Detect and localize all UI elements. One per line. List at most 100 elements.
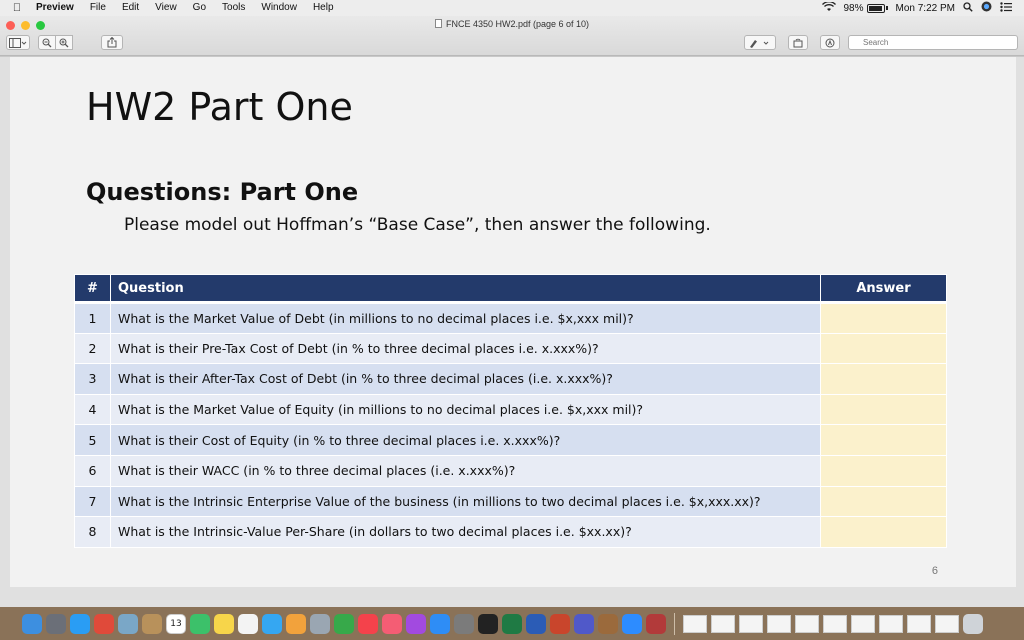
row-number: 2 [74,332,111,365]
app-store-icon[interactable] [430,613,450,634]
row-number: 3 [74,363,111,395]
sidebar-toggle-button[interactable] [6,35,30,50]
row-number: 6 [74,454,111,487]
trash-icon[interactable] [963,613,983,634]
dock-document-thumbnail[interactable] [795,614,819,633]
window-title: FNCE 4350 HW2.pdf (page 6 of 10) [445,19,590,29]
row-question: What is their WACC (in % to three decima… [110,454,821,487]
answer-cell [820,516,947,548]
dock-document-thumbnail[interactable] [935,614,959,633]
dock-separator [674,612,675,635]
annotate-pen-button[interactable] [820,35,840,50]
messages-icon[interactable] [262,613,282,634]
row-number: 4 [74,393,111,426]
powerpoint-icon[interactable] [550,613,570,634]
photo-booth-icon[interactable] [646,613,666,634]
instruction-text: Please model out Hoffman’s “Base Case”, … [124,215,711,235]
questions-table: # Question Answer 1 What is the Market V… [74,274,947,548]
notification-center-icon[interactable] [1000,1,1012,15]
table-row: 5 What is their Cost of Equity (in % to … [74,424,947,456]
photos-icon[interactable] [286,613,306,634]
row-question: What is the Intrinsic-Value Per-Share (i… [110,516,821,548]
wifi-icon[interactable] [821,0,836,15]
menu-go[interactable]: Go [185,0,214,16]
search-input[interactable] [848,35,1018,50]
row-question: What is the Market Value of Debt (in mil… [110,302,821,334]
dock-document-thumbnail[interactable] [739,614,763,633]
answer-cell [820,454,947,487]
teams-icon[interactable] [574,613,594,634]
image-capture-icon[interactable] [310,613,330,634]
markup-toolbar-button[interactable] [744,35,776,50]
system-preferences-icon[interactable] [454,613,474,634]
page-title: HW2 Part One [86,85,353,129]
dock-document-thumbnail[interactable] [683,614,707,633]
finder-icon[interactable] [22,613,42,634]
table-row: 6 What is their WACC (in % to three deci… [74,454,947,487]
dock-document-thumbnail[interactable] [711,614,735,633]
menu-tools[interactable]: Tools [214,0,253,16]
notes-icon[interactable] [214,613,234,634]
row-number: 5 [74,424,111,456]
answer-cell [820,485,947,518]
chrome-icon[interactable] [94,613,114,634]
clock[interactable]: Mon 7:22 PM [896,3,955,14]
menu-window[interactable]: Window [253,0,305,16]
answer-cell [820,332,947,365]
notes-paper-icon[interactable] [142,613,162,634]
pdf-document-icon [434,19,442,28]
row-question: What is the Market Value of Equity (in m… [110,393,821,426]
answer-cell [820,363,947,395]
spotlight-search-icon[interactable] [963,1,973,15]
table-header-row: # Question Answer [74,274,947,304]
section-title: Questions: Part One [86,178,359,206]
rotate-button[interactable] [788,35,808,50]
menu-app-name[interactable]: Preview [24,0,82,16]
battery-icon [866,3,885,13]
zoom-icon[interactable] [622,613,642,634]
battery-status[interactable]: 98% [844,3,888,14]
zoom-out-button[interactable] [38,35,56,50]
dock-document-thumbnail[interactable] [851,614,875,633]
apple-menu-icon[interactable]:  [10,2,24,14]
dock: 13 [0,607,1024,640]
table-row: 3 What is their After-Tax Cost of Debt (… [74,363,947,395]
numbers-icon[interactable] [334,613,354,634]
calendar-icon[interactable]: 13 [166,613,186,634]
page-number: 6 [931,565,938,577]
preview-icon[interactable] [118,613,138,634]
word-icon[interactable] [526,613,546,634]
dock-document-thumbnail[interactable] [879,614,903,633]
book-icon[interactable] [598,613,618,634]
siri-icon[interactable] [981,1,992,15]
reminders-icon[interactable] [238,613,258,634]
battery-percent: 98% [843,2,864,14]
answer-cell [820,302,947,334]
dock-document-thumbnail[interactable] [823,614,847,633]
table-row: 4 What is the Market Value of Equity (in… [74,393,947,426]
launchpad-icon[interactable] [46,613,66,634]
menu-help[interactable]: Help [305,0,342,16]
music-icon[interactable] [382,613,402,634]
window-title-wrap: FNCE 4350 HW2.pdf (page 6 of 10) [0,19,1024,29]
safari-icon[interactable] [70,613,90,634]
podcasts-icon[interactable] [406,613,426,634]
menu-view[interactable]: View [147,0,185,16]
table-row: 2 What is their Pre-Tax Cost of Debt (in… [74,332,947,365]
excel-icon[interactable] [502,613,522,634]
share-button[interactable] [101,35,123,50]
header-question: Question [110,274,821,304]
facetime-icon[interactable] [190,613,210,634]
document-viewport[interactable]: HW2 Part One Questions: Part One Please … [0,57,1024,607]
terminal-icon[interactable] [478,613,498,634]
answer-cell [820,424,947,456]
zoom-in-button[interactable] [55,35,73,50]
row-question: What is their Cost of Equity (in % to th… [110,424,821,456]
menu-edit[interactable]: Edit [114,0,147,16]
dock-document-thumbnail[interactable] [907,614,931,633]
news-icon[interactable] [358,613,378,634]
dock-document-thumbnail[interactable] [767,614,791,633]
answer-cell [820,393,947,426]
menu-file[interactable]: File [82,0,114,16]
header-answer: Answer [820,274,947,304]
